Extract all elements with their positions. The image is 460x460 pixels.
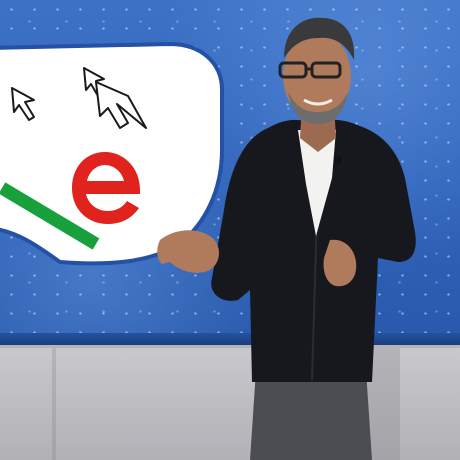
- stage-scene: [0, 0, 460, 460]
- lapel-microphone: [334, 156, 342, 164]
- presenter: [157, 17, 416, 460]
- trousers: [250, 370, 372, 460]
- left-hand: [157, 230, 219, 273]
